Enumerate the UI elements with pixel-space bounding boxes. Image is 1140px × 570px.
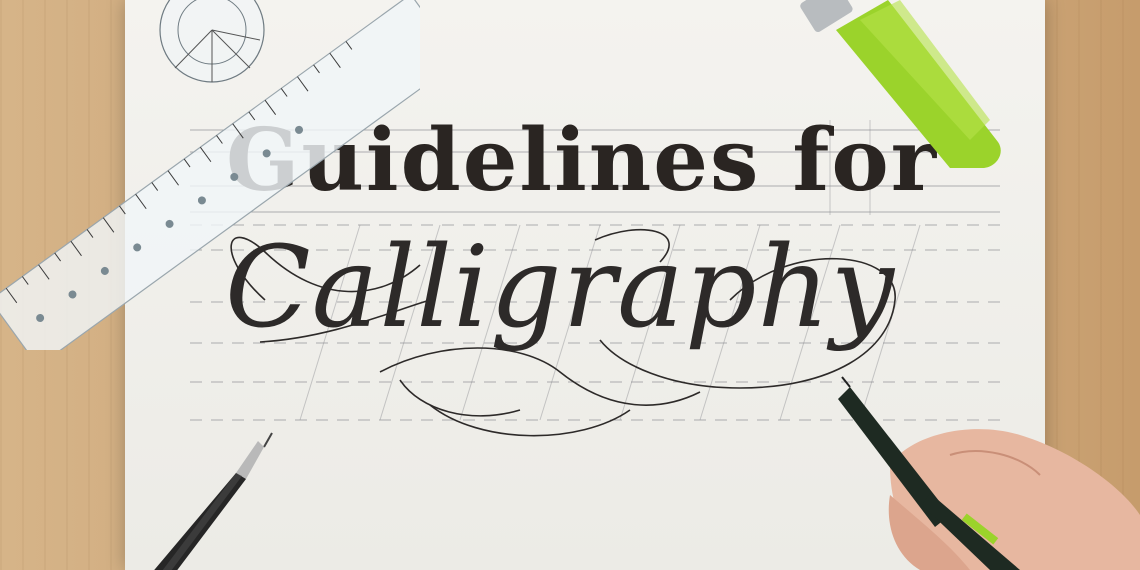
protractor-icon (159, 0, 265, 83)
photo-scene: Guidelines for Calligraphy (0, 0, 1140, 570)
pencil-icon (154, 432, 273, 570)
hand-icon (838, 376, 1140, 570)
marker-icon (800, 0, 1001, 168)
